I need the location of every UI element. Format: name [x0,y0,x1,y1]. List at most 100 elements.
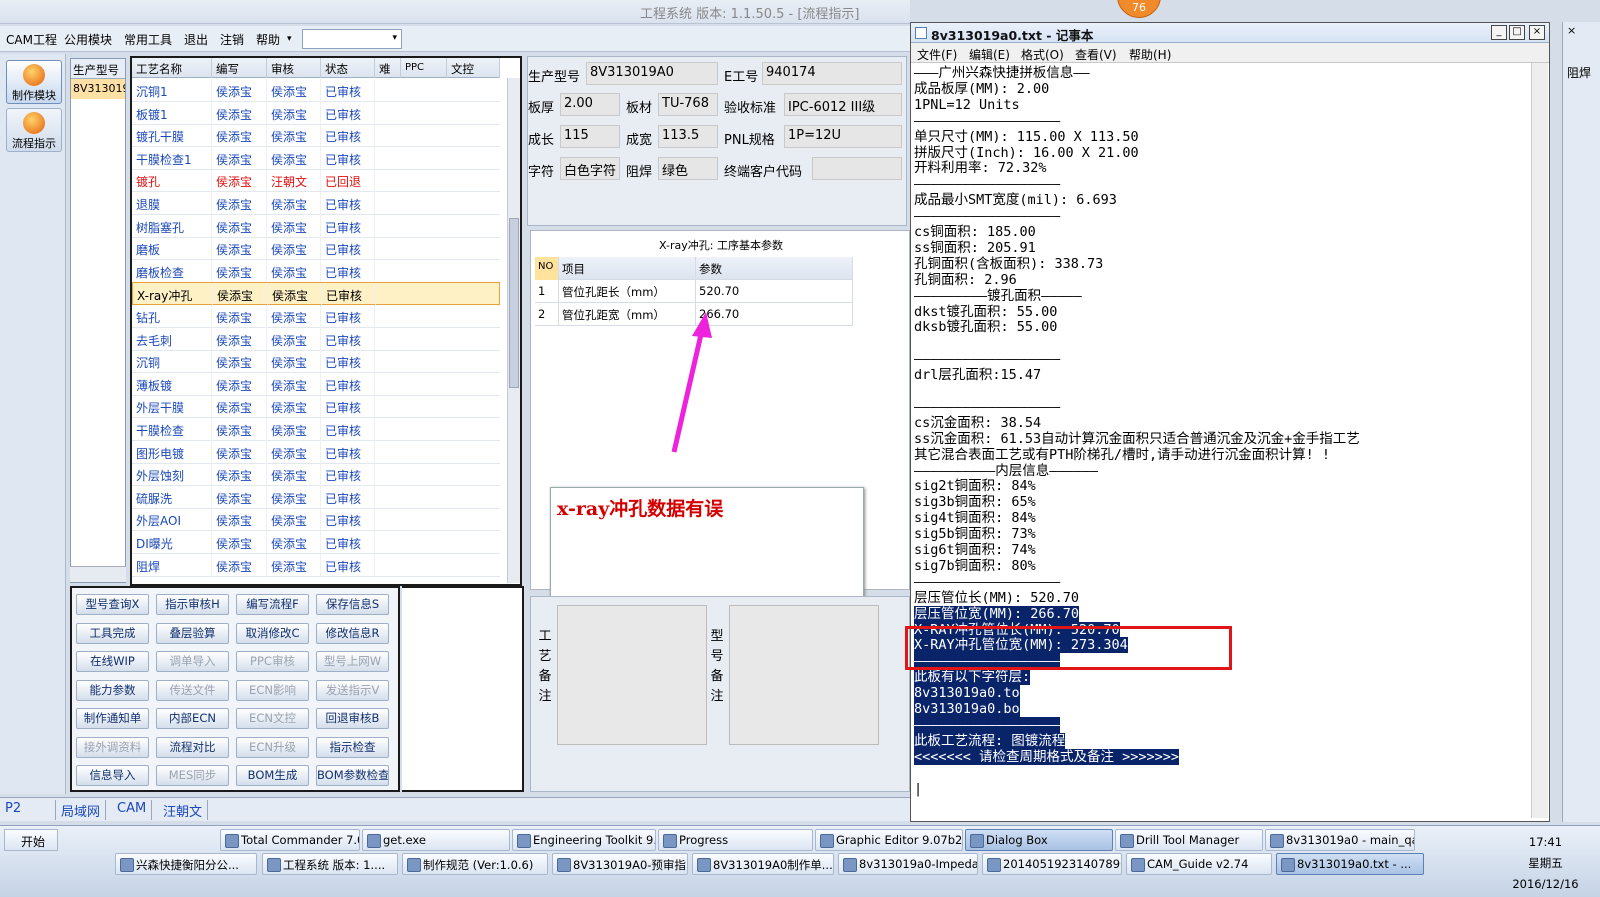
action-button[interactable]: 指示检查 [316,736,389,758]
close-icon[interactable]: × [1529,25,1545,40]
start-button[interactable]: 开始 [4,829,58,851]
taskbar-item[interactable]: CAM_Guide v2.74 [1126,853,1272,875]
eng-field[interactable]: 940174 [762,62,902,85]
process-grid-row[interactable]: 板镀1 侯添宝 侯添宝 已审核 [132,101,500,125]
action-button[interactable]: 调单导入 [156,651,229,672]
notepad-scrollbar[interactable] [1531,63,1548,818]
col-status[interactable]: 状态 [321,58,375,78]
action-button[interactable]: PPC审核 [236,651,309,672]
action-button[interactable]: 能力参数 [76,679,149,701]
action-button[interactable]: 信息导入 [76,765,149,786]
taskbar-item[interactable]: Graphic Editor 9.07b2 ... [815,829,963,851]
process-grid-row[interactable]: 镀孔干膜 侯添宝 侯添宝 已审核 [132,124,500,148]
material-field[interactable]: TU-768 [658,93,718,116]
col-ppc[interactable]: PPC [401,58,447,78]
process-grid-scroll-thumb[interactable] [509,218,519,388]
process-grid-row[interactable]: 薄板镀 侯添宝 侯添宝 已审核 [132,372,500,396]
process-grid-row[interactable]: 退膜 侯添宝 侯添宝 已审核 [132,192,500,215]
action-button[interactable]: 制作通知单 [76,708,149,729]
col-writer[interactable]: 编写 [212,58,267,78]
chevron-down-icon[interactable]: ▾ [287,34,292,44]
notepad-menu-file[interactable]: 文件(F) [917,46,957,63]
action-button[interactable]: 发送指示V [316,679,389,701]
action-button[interactable]: 传送文件 [156,679,229,701]
col-difficulty[interactable]: 难 [375,58,401,78]
action-button[interactable]: 接外调资料 [76,736,149,758]
col-doc-control[interactable]: 文控 [447,58,500,78]
taskbar-item[interactable]: 8v313019a0 - main_qa [1265,829,1415,851]
process-grid-row[interactable]: 沉铜1 侯添宝 侯添宝 已审核 [132,79,500,102]
background-close-icon[interactable]: × [1567,24,1576,37]
process-grid-row[interactable]: DI曝光 侯添宝 侯添宝 已审核 [132,531,500,554]
taskbar-item[interactable]: 8V313019A0制作单.... [692,853,834,875]
menu-exit[interactable]: 退出 [184,31,208,48]
notification-badge[interactable]: 76 [1117,0,1161,18]
process-grid-row[interactable]: 磨板检查 侯添宝 侯添宝 已审核 [132,259,500,283]
param-value[interactable]: 520.70 [696,280,853,303]
notepad-title-bar[interactable]: 8v313019a0.txt - 记事本 _ □ × [911,23,1549,43]
flow-guide-button[interactable]: 流程指示 [6,108,62,152]
action-button[interactable]: 型号上网W [316,651,389,672]
action-button[interactable]: BOM参数检查 [316,765,389,786]
notepad-text-area[interactable]: ———广州兴森快捷拼板信息—— 成品板厚(MM): 2.00 1PNL=12 Uni… [914,65,1526,815]
process-grid-row[interactable]: 磨板 侯添宝 侯添宝 已审核 [132,237,500,261]
menu-tools[interactable]: 常用工具 [124,31,172,48]
taskbar-item[interactable]: 工程系统 版本: 1.... [262,853,398,875]
notepad-menu-view[interactable]: 查看(V) [1075,46,1117,63]
model-list-item[interactable]: 8V313019A0 [71,79,125,99]
action-button[interactable]: ECN文控 [236,708,309,729]
action-button[interactable]: 叠层验算 [156,622,229,644]
action-button[interactable]: 指示审核H [156,594,229,615]
menu-combo[interactable]: ▾ [302,29,402,49]
maximize-icon[interactable]: □ [1509,25,1525,40]
taskbar-item[interactable]: 制作规范 (Ver:1.0.6) [402,853,548,875]
process-grid-row[interactable]: 阻焊 侯添宝 侯添宝 已审核 [132,553,500,577]
std-field[interactable]: IPC-6012 III级 [784,93,902,116]
status-tab-cam[interactable]: CAM [112,800,153,820]
taskbar-item[interactable]: Engineering Toolkit 9.0... [512,829,656,851]
taskbar-item[interactable]: 8V313019A0-预审指... [552,853,688,875]
taskbar-item[interactable]: 8v313019a0-Impeda... [838,853,978,875]
action-button[interactable]: ECN影响 [236,679,309,701]
notepad-menu-help[interactable]: 帮助(H) [1129,46,1171,63]
action-button[interactable]: 型号查询X [76,594,149,615]
length-field[interactable]: 115 [560,125,620,148]
model-remark-field[interactable] [729,605,879,745]
mask-field[interactable]: 绿色 [658,157,718,180]
notepad-menu-format[interactable]: 格式(O) [1021,46,1064,63]
action-button[interactable]: 回退审核B [316,708,389,729]
process-grid-row[interactable]: X-ray冲孔 侯添宝 侯添宝 已审核 [132,282,500,307]
taskbar-item[interactable]: 兴森快捷衡阳分公... [115,853,257,875]
notepad-menu-edit[interactable]: 编辑(E) [969,46,1010,63]
char-field[interactable]: 白色字符 [560,157,620,180]
menu-cam[interactable]: CAM工程 [6,31,57,48]
action-button[interactable]: 保存信息S [316,594,389,615]
process-grid-row[interactable]: 外层AOI 侯添宝 侯添宝 已审核 [132,508,500,532]
menu-help[interactable]: 帮助 [256,31,280,48]
action-button[interactable]: 工具完成 [76,622,149,644]
action-button[interactable]: 取消修改C [236,622,309,644]
minimize-icon[interactable]: _ [1491,25,1507,40]
menu-logout[interactable]: 注销 [220,31,244,48]
action-button[interactable]: BOM生成 [236,765,309,786]
thickness-field[interactable]: 2.00 [560,93,620,116]
system-clock[interactable]: 17:41 星期五 2016/12/16 [1498,832,1593,894]
process-grid-row[interactable]: 图形电镀 侯添宝 侯添宝 已审核 [132,440,500,464]
taskbar-item[interactable]: Drill Tool Manager [1115,829,1263,851]
action-button[interactable]: 编写流程F [236,594,309,615]
process-grid-row[interactable]: 外层干膜 侯添宝 侯添宝 已审核 [132,395,500,419]
col-reviewer[interactable]: 审核 [267,58,321,78]
process-grid-row[interactable]: 沉铜 侯添宝 侯添宝 已审核 [132,350,500,374]
taskbar-item[interactable]: Progress [658,829,813,851]
taskbar-item[interactable]: Total Commander 7.0 ... [220,829,360,851]
action-button[interactable]: MES同步 [156,765,229,786]
model-list-scrollbar[interactable] [70,566,126,582]
process-grid-row[interactable]: 外层蚀刻 侯添宝 侯添宝 已审核 [132,463,500,487]
process-grid-row[interactable]: 钻孔 侯添宝 侯添宝 已审核 [132,305,500,328]
col-process[interactable]: 工艺名称 [132,58,212,78]
process-grid-row[interactable]: 树脂塞孔 侯添宝 侯添宝 已审核 [132,214,500,238]
process-remark-field[interactable] [557,605,707,745]
status-combo[interactable]: P2 [0,800,56,820]
model-field[interactable]: 8V313019A0 [586,62,718,85]
status-tab-lan[interactable]: 局域网 [56,800,107,820]
